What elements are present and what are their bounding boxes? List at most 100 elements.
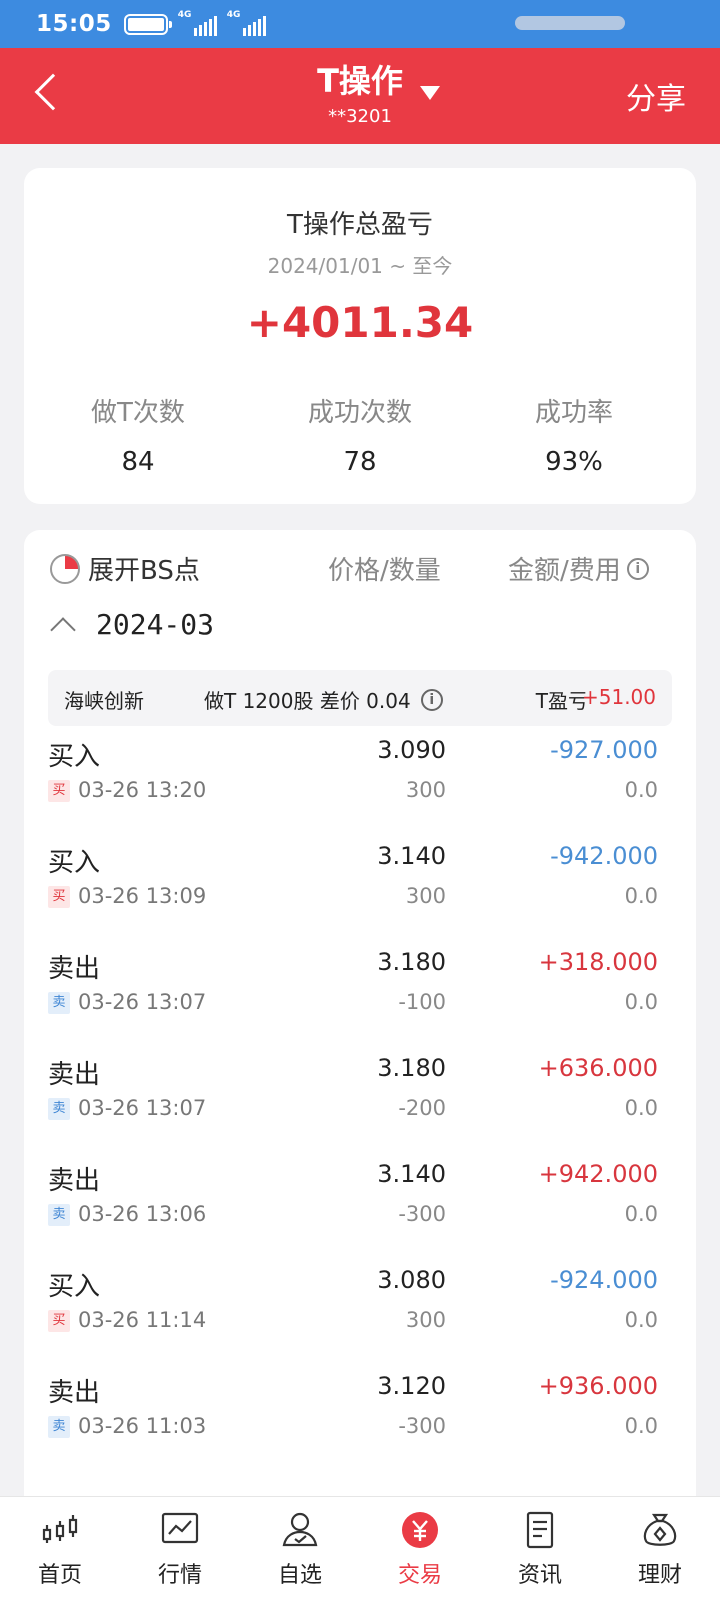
pie-chart-icon bbox=[50, 553, 80, 584]
bottom-navigation: 首页 行情 自选 交易 资讯 理财 bbox=[0, 1496, 720, 1600]
nav-label: 资讯 bbox=[517, 1563, 562, 1588]
stat-success-count: 成功次数 78 bbox=[248, 392, 472, 477]
stat-value: 93% bbox=[545, 447, 603, 477]
stat-value: 78 bbox=[343, 447, 377, 477]
market-chart-icon bbox=[161, 1512, 199, 1544]
column-header-amount-fee: 金额/费用 i bbox=[508, 550, 649, 587]
month-label: 2024-03 bbox=[96, 608, 215, 641]
stock-description-text: 做T 1200股 差价 0.04 bbox=[204, 689, 411, 713]
trade-amount: +318.000 bbox=[538, 948, 658, 976]
trade-type: 买入 bbox=[48, 848, 101, 878]
app-header: T操作 **3201 分享 bbox=[0, 48, 720, 144]
trade-price: 3.140 bbox=[377, 1160, 446, 1188]
trade-type: 卖出 bbox=[48, 1060, 101, 1090]
nav-item-trade[interactable]: 交易 bbox=[360, 1497, 480, 1600]
trade-amount: +636.000 bbox=[538, 1054, 658, 1082]
trade-price: 3.120 bbox=[377, 1372, 446, 1400]
chevron-up-icon bbox=[50, 616, 76, 643]
trade-quantity: -100 bbox=[398, 990, 446, 1014]
trade-row[interactable]: 卖出卖 03-26 13:06 3.140 -300 +942.000 0.0 bbox=[24, 1160, 696, 1268]
trade-row[interactable]: 卖出卖 03-26 13:07 3.180 -100 +318.000 0.0 bbox=[24, 948, 696, 1056]
money-bag-icon bbox=[643, 1513, 677, 1546]
nav-item-home[interactable]: 首页 bbox=[0, 1497, 120, 1600]
user-favorite-icon bbox=[282, 1512, 318, 1547]
expand-bs-points-button[interactable]: 展开BS点 bbox=[50, 550, 200, 587]
trade-row[interactable]: 买入买 03-26 13:09 3.140 300 -942.000 0.0 bbox=[24, 842, 696, 950]
trade-type: 卖出 bbox=[48, 1378, 101, 1408]
trade-time: 03-26 11:03 bbox=[78, 1414, 207, 1438]
status-time: 15:05 bbox=[36, 11, 112, 37]
trade-type: 卖出 bbox=[48, 954, 101, 984]
stock-description: 做T 1200股 差价 0.04 i bbox=[204, 685, 443, 714]
stat-label: 成功率 bbox=[534, 398, 613, 428]
stock-summary-bar: 海峡创新 做T 1200股 差价 0.04 i T盈亏 +51.00 bbox=[48, 670, 672, 726]
month-group-header[interactable]: 2024-03 bbox=[50, 608, 215, 643]
trade-row[interactable]: 卖出卖 03-26 13:07 3.180 -200 +636.000 0.0 bbox=[24, 1054, 696, 1162]
network-type-label-2: 4G bbox=[226, 10, 241, 20]
trade-fee: 0.0 bbox=[624, 1096, 658, 1120]
trade-quantity: -300 bbox=[398, 1414, 446, 1438]
info-icon[interactable]: i bbox=[626, 557, 649, 580]
account-number: **3201 bbox=[328, 106, 392, 127]
trade-price: 3.180 bbox=[377, 1054, 446, 1082]
nav-item-market[interactable]: 行情 bbox=[120, 1497, 240, 1600]
sell-badge: 卖 bbox=[48, 992, 70, 1014]
nav-item-watchlist[interactable]: 自选 bbox=[240, 1497, 360, 1600]
total-pl-value: +4011.34 bbox=[246, 298, 474, 347]
column-header-price-qty: 价格/数量 bbox=[328, 556, 441, 586]
buy-badge: 买 bbox=[48, 780, 70, 802]
trade-time: 03-26 13:09 bbox=[78, 884, 207, 908]
nav-item-wealth[interactable]: 理财 bbox=[600, 1497, 720, 1600]
trade-row[interactable]: 卖出卖 03-26 11:03 3.120 -300 +936.000 0.0 bbox=[24, 1372, 696, 1480]
trade-fee: 0.0 bbox=[624, 1414, 658, 1438]
trade-amount: -924.000 bbox=[550, 1266, 658, 1294]
column-header-amount-fee-label: 金额/费用 bbox=[508, 556, 621, 586]
trade-time: 03-26 11:14 bbox=[78, 1308, 207, 1332]
stock-name: 海峡创新 bbox=[64, 689, 144, 713]
trade-fee: 0.0 bbox=[624, 1202, 658, 1226]
page-title: T操作 bbox=[317, 62, 403, 100]
status-notification-area bbox=[515, 16, 625, 30]
trade-time: 03-26 13:07 bbox=[78, 990, 207, 1014]
trade-time: 03-26 13:20 bbox=[78, 778, 207, 802]
nav-label: 行情 bbox=[157, 1563, 202, 1588]
stat-value: 84 bbox=[121, 447, 155, 477]
share-button[interactable]: 分享 bbox=[626, 74, 686, 118]
signal-icon-2: 4G bbox=[226, 10, 266, 36]
stat-label: 成功次数 bbox=[307, 398, 412, 428]
stat-label: 做T次数 bbox=[91, 398, 185, 428]
trade-quantity: 300 bbox=[405, 778, 446, 802]
nav-item-news[interactable]: 资讯 bbox=[480, 1497, 600, 1600]
document-icon bbox=[526, 1511, 554, 1549]
nav-label: 交易 bbox=[397, 1563, 442, 1588]
status-bar: 15:05 4G 4G bbox=[0, 0, 720, 48]
summary-card: T操作总盈亏 2024/01/01 ~ 至今 +4011.34 做T次数 84 … bbox=[24, 168, 696, 504]
info-icon[interactable]: i bbox=[420, 688, 443, 711]
trade-detail-card: 展开BS点 价格/数量 金额/费用 i 2024-03 海峡创新 做T 1200… bbox=[24, 530, 696, 1500]
trade-row[interactable]: 买入买 03-26 13:20 3.090 300 -927.000 0.0 bbox=[24, 736, 696, 844]
network-type-label: 4G bbox=[177, 10, 192, 20]
trade-type: 买入 bbox=[48, 1272, 101, 1302]
title-dropdown[interactable]: T操作 bbox=[0, 56, 720, 102]
trade-row[interactable]: 买入买 03-26 11:14 3.080 300 -924.000 0.0 bbox=[24, 1266, 696, 1374]
yuan-icon bbox=[402, 1512, 438, 1548]
trade-fee: 0.0 bbox=[624, 1308, 658, 1332]
trade-time: 03-26 13:07 bbox=[78, 1096, 207, 1120]
sell-badge: 卖 bbox=[48, 1098, 70, 1120]
trade-quantity: -300 bbox=[398, 1202, 446, 1226]
buy-badge: 买 bbox=[48, 886, 70, 908]
expand-bs-label: 展开BS点 bbox=[88, 556, 200, 586]
stock-pl-label: T盈亏 bbox=[535, 689, 588, 713]
trade-time: 03-26 13:06 bbox=[78, 1202, 207, 1226]
nav-label: 自选 bbox=[277, 1563, 322, 1588]
trade-quantity: 300 bbox=[405, 884, 446, 908]
stat-success-rate: 成功率 93% bbox=[462, 392, 686, 477]
caret-down-icon[interactable] bbox=[420, 86, 440, 100]
summary-period: 2024/01/01 ~ 至今 bbox=[267, 254, 453, 278]
trade-price: 3.180 bbox=[377, 948, 446, 976]
trade-quantity: -200 bbox=[398, 1096, 446, 1120]
buy-badge: 买 bbox=[48, 1310, 70, 1332]
trade-type: 卖出 bbox=[48, 1166, 101, 1196]
signal-icon: 4G bbox=[177, 10, 217, 36]
trade-amount: -927.000 bbox=[550, 736, 658, 764]
